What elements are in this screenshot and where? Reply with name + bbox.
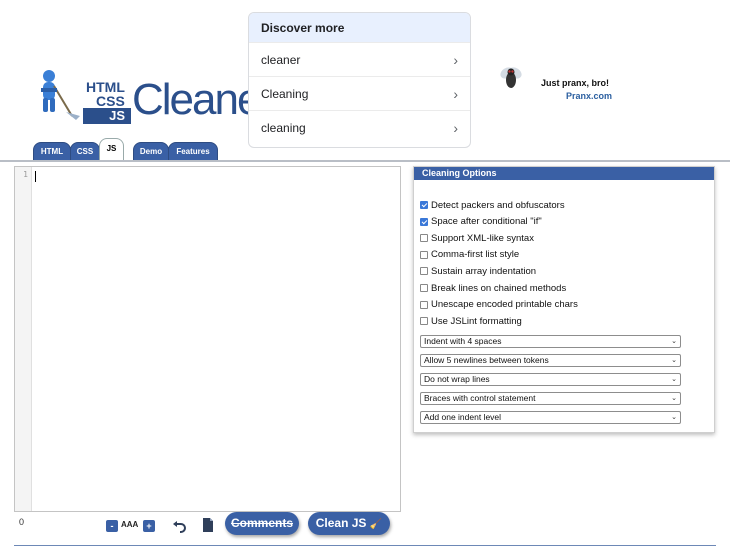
site-logo[interactable]: HTML CSS JS Cleaner: [36, 68, 274, 132]
cleaning-figure-icon: [41, 70, 80, 120]
select-value: Add one indent level: [424, 412, 502, 422]
line-gutter: 1: [15, 167, 32, 511]
line-number: 1: [23, 170, 28, 179]
checkbox-label: Detect packers and obfuscators: [431, 199, 565, 211]
chevron-right-icon: ›: [453, 51, 458, 68]
checkbox-xml-syntax[interactable]: [420, 234, 428, 243]
checkbox-space-after-if[interactable]: [420, 217, 428, 226]
chevron-down-icon: ⌄: [671, 338, 677, 345]
checkbox-label: Use JSLint formatting: [431, 315, 522, 327]
checkbox-label: Support XML-like syntax: [431, 232, 534, 244]
checkbox-sustain-array-indent[interactable]: [420, 267, 428, 276]
checkbox-break-chained-methods[interactable]: [420, 284, 428, 292]
editor-toolbar: 0 - AAA + Comments Clean JS 🧹: [14, 512, 401, 540]
undo-icon[interactable]: [172, 517, 188, 533]
broom-icon: 🧹: [369, 519, 383, 530]
checkbox-jslint-formatting[interactable]: [420, 317, 428, 326]
code-editor[interactable]: 1: [14, 166, 401, 512]
braces-select[interactable]: Braces with control statement ⌄: [420, 392, 681, 405]
text-cursor: [35, 171, 36, 182]
checkbox-row-sustain-array-indent[interactable]: Sustain array indentation: [420, 264, 536, 278]
checkbox-label: Space after conditional "if": [431, 216, 542, 228]
checkbox-label: Sustain array indentation: [431, 265, 537, 277]
ad-tagline: Just pranx, bro!: [541, 78, 610, 88]
select-value: Indent with 4 spaces: [424, 336, 502, 346]
discover-item-label: cleaner: [261, 52, 301, 67]
tab-js[interactable]: JS: [99, 138, 124, 162]
checkbox-label: Unescape encoded printable chars: [431, 299, 578, 311]
checkbox-row-jslint-formatting[interactable]: Use JSLint formatting: [420, 314, 522, 328]
checkbox-detect-packers[interactable]: [420, 201, 428, 209]
discover-item-cleaner[interactable]: cleaner ›: [249, 42, 470, 76]
wrap-select[interactable]: Do not wrap lines ⌄: [420, 373, 681, 386]
divider: [0, 160, 730, 162]
checkbox-comma-first[interactable]: [420, 250, 428, 259]
discover-item-cleaning[interactable]: Cleaning ›: [249, 76, 470, 110]
checkbox-row-xml-syntax[interactable]: Support XML-like syntax: [420, 231, 534, 245]
file-icon[interactable]: [200, 517, 216, 533]
fly-icon: [500, 67, 522, 88]
checkbox-label: Comma-first list style: [431, 249, 520, 261]
decrease-font-button[interactable]: -: [106, 520, 118, 532]
clean-js-label: Clean JS: [315, 516, 367, 530]
indent-level-select[interactable]: Add one indent level ⌄: [420, 411, 681, 424]
discover-item-cleaning-lower[interactable]: cleaning ›: [249, 110, 470, 144]
divider: [14, 545, 716, 546]
checkbox-unescape-printable[interactable]: [420, 300, 428, 309]
tab-features[interactable]: Features: [168, 142, 218, 162]
tab-css[interactable]: CSS: [70, 142, 100, 162]
chevron-right-icon: ›: [453, 85, 458, 102]
chevron-down-icon: ⌄: [671, 357, 677, 364]
discover-item-label: cleaning: [261, 120, 306, 135]
discover-more-title: Discover more: [249, 13, 470, 42]
cleaning-options-panel: Cleaning Options Detect packers and obfu…: [413, 166, 715, 433]
newlines-select[interactable]: Allow 5 newlines between tokens ⌄: [420, 354, 681, 367]
tab-demo[interactable]: Demo: [133, 142, 169, 162]
logo-js-text: JS: [83, 108, 131, 124]
clean-js-button[interactable]: Clean JS 🧹: [308, 512, 390, 535]
ad-link[interactable]: Pranx.com: [566, 91, 612, 101]
chevron-down-icon: ⌄: [671, 395, 677, 402]
checkbox-row-space-after-if[interactable]: Space after conditional "if": [420, 215, 542, 229]
checkbox-row-unescape-printable[interactable]: Unescape encoded printable chars: [420, 298, 578, 312]
tab-html[interactable]: HTML: [33, 142, 71, 162]
ad-banner[interactable]: Just pranx, bro! Pranx.com: [497, 64, 637, 104]
logo-css-text: CSS: [96, 93, 125, 109]
discover-more-box: Discover more cleaner › Cleaning › clean…: [248, 12, 471, 148]
chevron-right-icon: ›: [453, 119, 458, 136]
character-count: 0: [19, 517, 25, 527]
checkbox-label: Break lines on chained methods: [431, 282, 567, 294]
increase-font-button[interactable]: +: [143, 520, 155, 532]
checkbox-row-detect-packers[interactable]: Detect packers and obfuscators: [420, 198, 565, 212]
comments-toggle-button[interactable]: Comments: [225, 512, 299, 535]
discover-item-label: Cleaning: [261, 86, 309, 101]
checkbox-row-comma-first[interactable]: Comma-first list style: [420, 248, 519, 262]
page-header: HTML CSS JS Cleaner Discover more cleane…: [0, 0, 730, 162]
options-title: Cleaning Options: [414, 167, 714, 180]
select-value: Do not wrap lines: [424, 374, 490, 384]
select-value: Braces with control statement: [424, 393, 536, 403]
select-value: Allow 5 newlines between tokens: [424, 355, 549, 365]
font-size-label: AAA: [121, 520, 139, 529]
chevron-down-icon: ⌄: [671, 414, 677, 421]
checkbox-row-break-chained-methods[interactable]: Break lines on chained methods: [420, 281, 566, 295]
indent-select[interactable]: Indent with 4 spaces ⌄: [420, 335, 681, 348]
chevron-down-icon: ⌄: [671, 376, 677, 383]
